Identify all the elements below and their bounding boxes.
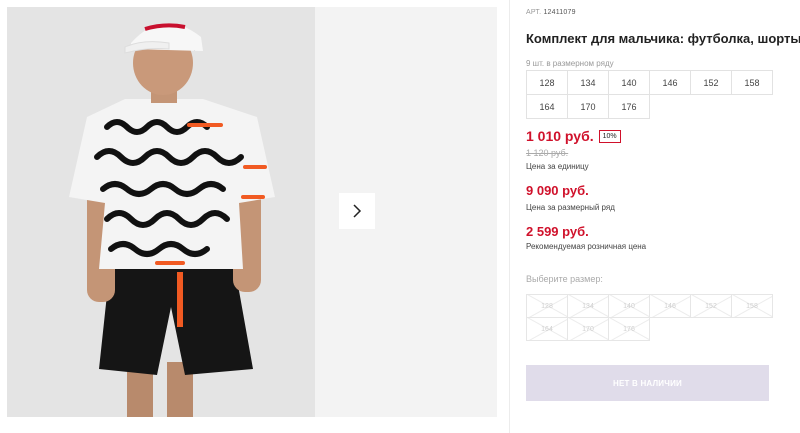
size-option-disabled[interactable]: 152 (690, 294, 732, 318)
size-option-label: 176 (623, 325, 635, 333)
size-option-label: 152 (705, 302, 717, 310)
size-option-disabled[interactable]: 128 (526, 294, 568, 318)
article-label: АРТ. (526, 9, 542, 16)
series-size: 146 (649, 70, 691, 95)
product-gallery (7, 7, 497, 417)
unit-price-label: Цена за единицу (526, 162, 589, 171)
series-price-label: Цена за размерный ряд (526, 203, 615, 212)
series-note: 9 шт. в размерном ряду (526, 59, 614, 68)
column-divider (509, 0, 510, 433)
series-size: 176 (608, 94, 650, 119)
unit-price: 1 010 руб. (526, 128, 594, 144)
unit-price-row: 1 010 руб. 10% (526, 128, 621, 144)
article-line: АРТ. 12411079 (526, 9, 576, 16)
rrp-price-label: Рекомендуемая розничная цена (526, 242, 647, 251)
product-title: Комплект для мальчика: футболка, шорты (526, 31, 800, 46)
size-option-label: 128 (541, 302, 553, 310)
article-number: 12411079 (543, 9, 576, 16)
size-option-disabled[interactable]: 170 (567, 317, 609, 341)
series-size: 158 (731, 70, 773, 95)
next-image-button[interactable] (339, 193, 375, 229)
series-size: 170 (567, 94, 609, 119)
size-option-disabled[interactable]: 176 (608, 317, 650, 341)
old-price: 1 120 руб. (526, 148, 569, 158)
size-option-label: 140 (623, 302, 635, 310)
choose-size-label: Выберите размер: (526, 274, 603, 284)
size-option-label: 146 (664, 302, 676, 310)
product-photo[interactable] (7, 7, 315, 417)
size-option-disabled[interactable]: 164 (526, 317, 568, 341)
size-option-label: 134 (582, 302, 594, 310)
size-option-disabled[interactable]: 140 (608, 294, 650, 318)
product-photo-illustration (7, 7, 315, 417)
discount-badge: 10% (598, 129, 621, 143)
out-of-stock-button[interactable]: НЕТ В НАЛИЧИИ (526, 365, 769, 401)
rrp-price: 2 599 руб. (526, 224, 589, 239)
size-option-disabled[interactable]: 146 (649, 294, 691, 318)
size-picker: 128 134 140 146 152 158 164 170 176 (526, 294, 774, 341)
size-option-disabled[interactable]: 134 (567, 294, 609, 318)
size-option-label: 170 (582, 325, 594, 333)
series-size: 134 (567, 70, 609, 95)
series-price: 9 090 руб. (526, 183, 589, 198)
size-option-label: 158 (746, 302, 758, 310)
series-sizes-grid: 128 134 140 146 152 158 164 170 176 (526, 70, 773, 119)
size-option-label: 164 (541, 325, 553, 333)
series-size: 140 (608, 70, 650, 95)
series-size: 152 (690, 70, 732, 95)
chevron-right-icon (353, 204, 362, 218)
series-size: 128 (526, 70, 568, 95)
size-option-disabled[interactable]: 158 (731, 294, 773, 318)
series-size: 164 (526, 94, 568, 119)
